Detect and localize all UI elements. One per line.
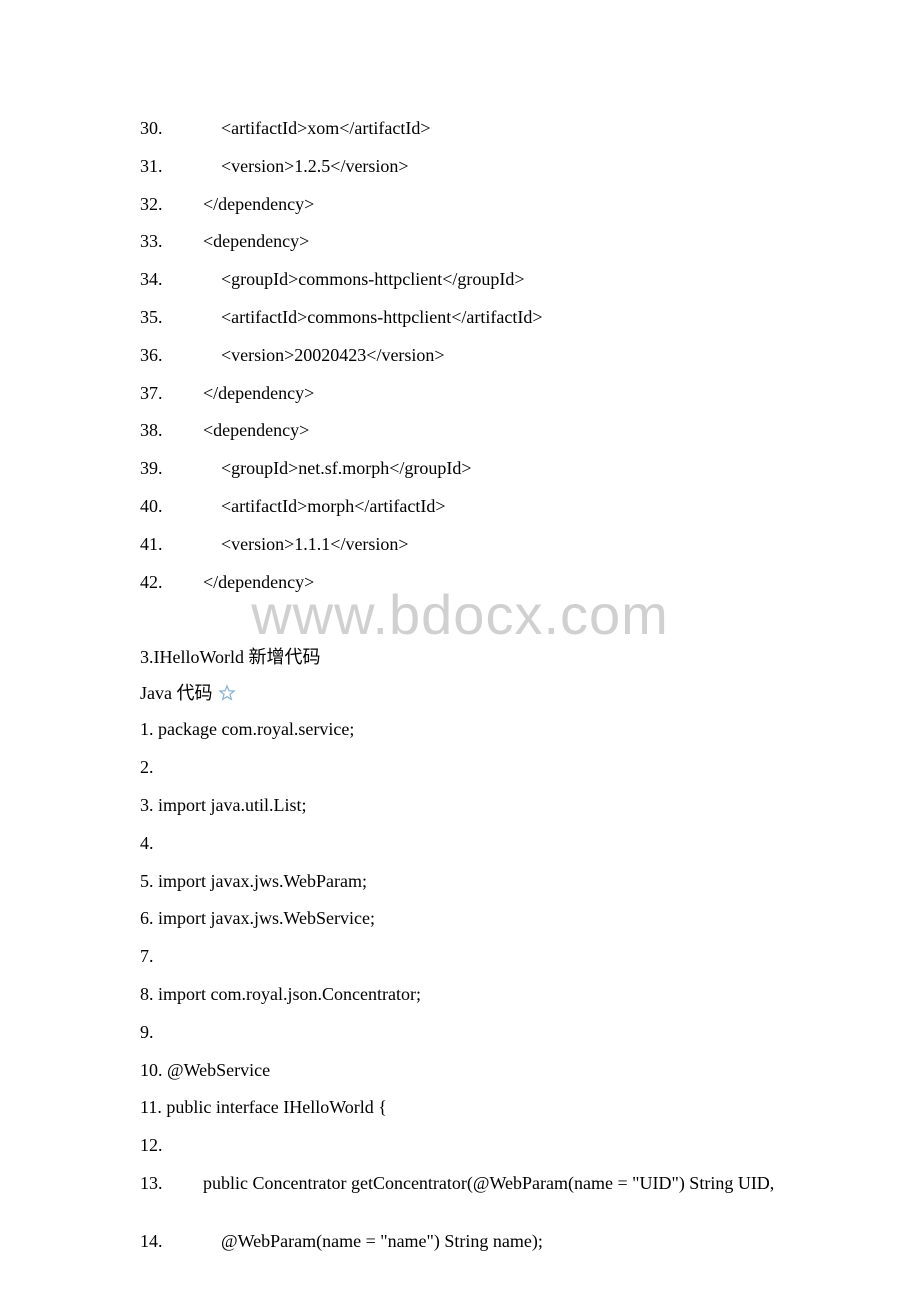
java-code-line: 9. bbox=[140, 1014, 780, 1052]
xml-code-line: 41. <version>1.1.1</version> bbox=[140, 526, 780, 564]
java-code-line: 1. package com.royal.service; bbox=[140, 711, 780, 749]
java-code-line: 3. import java.util.List; bbox=[140, 787, 780, 825]
java-code-line: 6. import javax.jws.WebService; bbox=[140, 900, 780, 938]
xml-code-line: 32. </dependency> bbox=[140, 186, 780, 224]
java-code-line: 5. import javax.jws.WebParam; bbox=[140, 863, 780, 901]
section-header: 3.IHelloWorld 新增代码 bbox=[140, 639, 780, 675]
java-code-line: 13. public Concentrator getConcentrator(… bbox=[140, 1165, 780, 1203]
xml-code-line: 30. <artifactId>xom</artifactId> bbox=[140, 110, 780, 148]
java-code-label: Java 代码 bbox=[140, 675, 780, 711]
xml-code-line: 42. </dependency> bbox=[140, 564, 780, 602]
java-code-line: 11. public interface IHelloWorld { bbox=[140, 1089, 780, 1127]
java-code-line: 10. @WebService bbox=[140, 1052, 780, 1090]
xml-code-line: 31. <version>1.2.5</version> bbox=[140, 148, 780, 186]
java-code-line: 7. bbox=[140, 938, 780, 976]
java-code-line: 2. bbox=[140, 749, 780, 787]
xml-code-line: 34. <groupId>commons-httpclient</groupId… bbox=[140, 261, 780, 299]
xml-code-line: 36. <version>20020423</version> bbox=[140, 337, 780, 375]
java-code-line: 4. bbox=[140, 825, 780, 863]
xml-code-line: 37. </dependency> bbox=[140, 375, 780, 413]
xml-code-line: 39. <groupId>net.sf.morph</groupId> bbox=[140, 450, 780, 488]
java-code-line: 14. @WebParam(name = "name") String name… bbox=[140, 1223, 780, 1261]
xml-code-line: 38. <dependency> bbox=[140, 412, 780, 450]
java-code-line: 12. bbox=[140, 1127, 780, 1165]
xml-code-line: 40. <artifactId>morph</artifactId> bbox=[140, 488, 780, 526]
favorite-star-icon bbox=[218, 684, 236, 702]
xml-code-line: 33. <dependency> bbox=[140, 223, 780, 261]
xml-code-line: 35. <artifactId>commons-httpclient</arti… bbox=[140, 299, 780, 337]
document-content: 30. <artifactId>xom</artifactId> 31. <ve… bbox=[140, 110, 780, 1261]
java-code-line: 8. import com.royal.json.Concentrator; bbox=[140, 976, 780, 1014]
java-label-text: Java 代码 bbox=[140, 675, 212, 711]
